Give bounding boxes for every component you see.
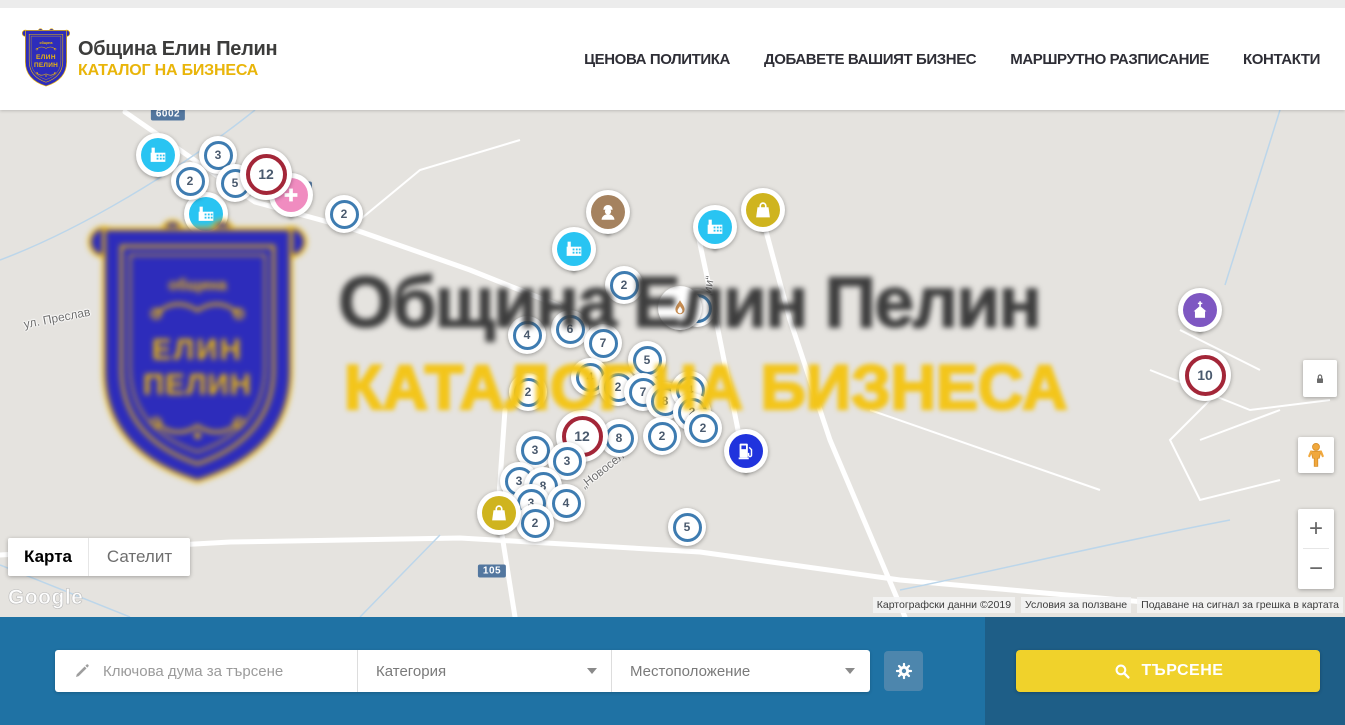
cluster-marker[interactable]: 2	[509, 373, 547, 411]
factory-icon	[704, 216, 726, 238]
fuel-pin-marker[interactable]	[724, 429, 768, 473]
road-shield-label: 6002	[151, 110, 185, 121]
cluster-marker[interactable]: 7	[584, 324, 622, 362]
map-type-map-button[interactable]: Карта	[8, 538, 88, 576]
category-select[interactable]: Категория	[358, 650, 612, 692]
fuel-icon	[735, 440, 757, 462]
cluster-marker[interactable]: 10	[1179, 349, 1231, 401]
main-nav: ЦЕНОВА ПОЛИТИКА ДОБАВЕТЕ ВАШИЯТ БИЗНЕС МАР…	[584, 51, 1320, 68]
cluster-marker[interactable]: 5	[668, 508, 706, 546]
factory-icon	[195, 203, 217, 225]
factory-icon	[563, 238, 585, 260]
nav-item[interactable]: ДОБАВЕТЕ ВАШИЯТ БИЗНЕС	[764, 51, 976, 68]
svg-text:община: община	[40, 41, 53, 45]
top-strip	[0, 0, 1345, 8]
keyword-search-input[interactable]	[101, 662, 341, 681]
map-canvas[interactable]: 60023105ул. Преславбул. „Новоселции“3251…	[0, 110, 1345, 617]
attribution-item[interactable]: Условия за ползване	[1021, 597, 1131, 613]
zoom-control: + −	[1298, 509, 1334, 589]
svg-text:ПЕЛИН: ПЕЛИН	[34, 62, 58, 69]
factory-pin-marker[interactable]	[693, 205, 737, 249]
map-type-satellite-button[interactable]: Сателит	[88, 538, 190, 576]
page: община ЕЛИН ПЕЛИН Община Елин Пелин КАТА…	[0, 0, 1345, 725]
cluster-marker[interactable]: 12	[240, 148, 292, 200]
site-title: Община Елин Пелин	[78, 38, 277, 60]
cluster-marker[interactable]: 2	[605, 266, 643, 304]
factory-icon	[147, 144, 169, 166]
gear-icon	[893, 660, 915, 682]
bag-pin-marker[interactable]	[477, 491, 521, 535]
search-icon	[1113, 662, 1132, 681]
map-type-control: Карта Сателит	[8, 538, 190, 576]
location-select-label: Местоположение	[630, 663, 750, 680]
brand-text: Община Елин Пелин КАТАЛОГ НА БИЗНЕСА	[78, 38, 277, 80]
search-fields-group: Категория Местоположение	[55, 650, 870, 692]
site-logo-link[interactable]: община ЕЛИН ПЕЛИН Община Елин Пелин КАТА…	[22, 30, 277, 88]
cluster-marker[interactable]: 2	[325, 195, 363, 233]
site-subtitle: КАТАЛОГ НА БИЗНЕСА	[78, 62, 277, 80]
cluster-marker[interactable]: 2	[643, 417, 681, 455]
svg-text:ЕЛИН: ЕЛИН	[36, 54, 56, 61]
worker-icon	[597, 201, 619, 223]
pegman-streetview-control[interactable]	[1298, 437, 1334, 473]
site-header: община ЕЛИН ПЕЛИН Община Елин Пелин КАТА…	[0, 8, 1345, 110]
road-shield-label: 105	[478, 565, 506, 578]
cluster-marker[interactable]: 2	[516, 504, 554, 542]
flame-icon	[669, 297, 691, 319]
chevron-down-icon	[845, 668, 855, 674]
cluster-marker[interactable]: 2	[684, 409, 722, 447]
lock-icon	[1312, 371, 1328, 387]
pencil-icon	[73, 662, 91, 680]
street-label: ул. Преслав	[23, 305, 92, 332]
flame-pin-marker[interactable]	[658, 286, 702, 330]
map-attribution: Картографски данни ©2019 Условия за ползв…	[873, 597, 1343, 613]
factory-pin-marker[interactable]	[552, 227, 596, 271]
nav-item[interactable]: ЦЕНОВА ПОЛИТИКА	[584, 51, 730, 68]
bag-icon	[488, 502, 510, 524]
zoom-in-button[interactable]: +	[1298, 509, 1334, 548]
advanced-search-button[interactable]	[884, 651, 923, 691]
keyword-field	[55, 650, 358, 692]
pegman-icon	[1303, 441, 1329, 469]
bag-icon	[752, 199, 774, 221]
church-icon	[1189, 299, 1211, 321]
lock-control-button[interactable]	[1303, 360, 1337, 397]
category-select-label: Категория	[376, 663, 446, 680]
google-logo[interactable]: Google	[8, 586, 83, 610]
map-markers-layer: 60023105ул. Преславбул. „Новоселции“3251…	[0, 110, 1345, 617]
search-button-label: ТЪРСЕНЕ	[1142, 662, 1224, 680]
search-button[interactable]: ТЪРСЕНЕ	[1016, 650, 1320, 692]
municipality-crest-logo: община ЕЛИН ПЕЛИН	[22, 28, 70, 88]
nav-item[interactable]: МАРШРУТНО РАЗПИСАНИЕ	[1010, 51, 1209, 68]
factory-pin-marker[interactable]	[136, 133, 180, 177]
church-pin-marker[interactable]	[1178, 288, 1222, 332]
bag-pin-marker[interactable]	[741, 188, 785, 232]
attribution-item: Картографски данни ©2019	[873, 597, 1015, 613]
location-select[interactable]: Местоположение	[612, 650, 869, 692]
search-bar: Категория Местоположение ТЪ	[0, 617, 1345, 725]
cluster-marker[interactable]: 4	[508, 316, 546, 354]
zoom-out-button[interactable]: −	[1298, 549, 1334, 588]
nav-item[interactable]: КОНТАКТИ	[1243, 51, 1320, 68]
attribution-item[interactable]: Подаване на сигнал за грешка в картата	[1137, 597, 1343, 613]
chevron-down-icon	[587, 668, 597, 674]
